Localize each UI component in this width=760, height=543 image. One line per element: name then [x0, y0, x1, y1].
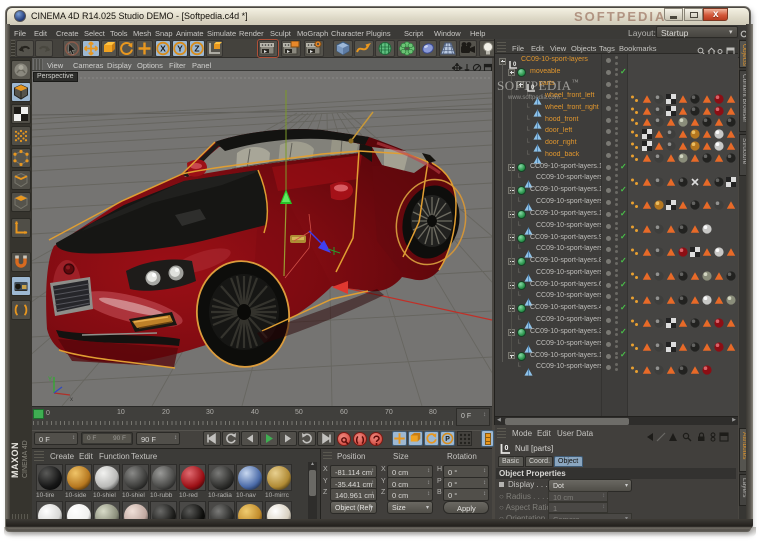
- svg-text:0: 0: [505, 445, 509, 452]
- svg-text:P: P: [445, 436, 450, 443]
- svg-text:CINEMA 4D: CINEMA 4D: [22, 440, 29, 478]
- svg-text:Y: Y: [177, 44, 183, 54]
- svg-text:Y: Y: [48, 377, 52, 383]
- svg-text:MAXON: MAXON: [10, 442, 20, 478]
- svg-text:X: X: [160, 44, 166, 54]
- svg-text:0: 0: [513, 62, 517, 68]
- svg-text:x: x: [70, 397, 73, 403]
- svg-text:Z: Z: [194, 44, 199, 54]
